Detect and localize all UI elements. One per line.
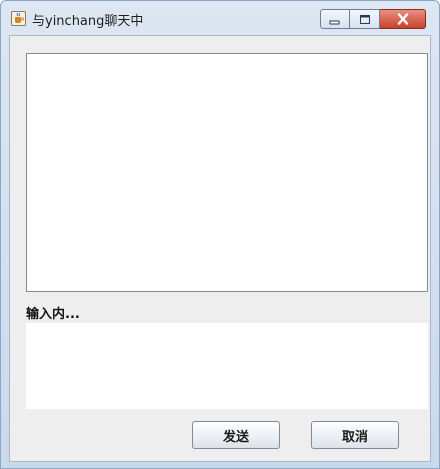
close-button[interactable] xyxy=(380,9,426,29)
client-area: 输入内... 发送 取消 xyxy=(9,35,431,462)
cancel-button[interactable]: 取消 xyxy=(311,421,399,449)
minimize-icon xyxy=(329,10,341,29)
java-cup-icon xyxy=(11,11,26,26)
window-title: 与yinchang聊天中 xyxy=(32,14,144,29)
message-input[interactable] xyxy=(26,323,428,409)
close-icon xyxy=(396,10,410,29)
maximize-button[interactable] xyxy=(350,9,380,29)
maximize-icon xyxy=(359,10,371,29)
title-bar[interactable]: 与yinchang聊天中 xyxy=(1,1,439,33)
minimize-button[interactable] xyxy=(320,9,350,29)
input-label: 输入内... xyxy=(26,307,80,322)
send-button[interactable]: 发送 xyxy=(192,421,280,449)
chat-history-area[interactable] xyxy=(26,53,428,292)
chat-window: 与yinchang聊天中 输入内... 发送 取消 xyxy=(0,0,440,469)
